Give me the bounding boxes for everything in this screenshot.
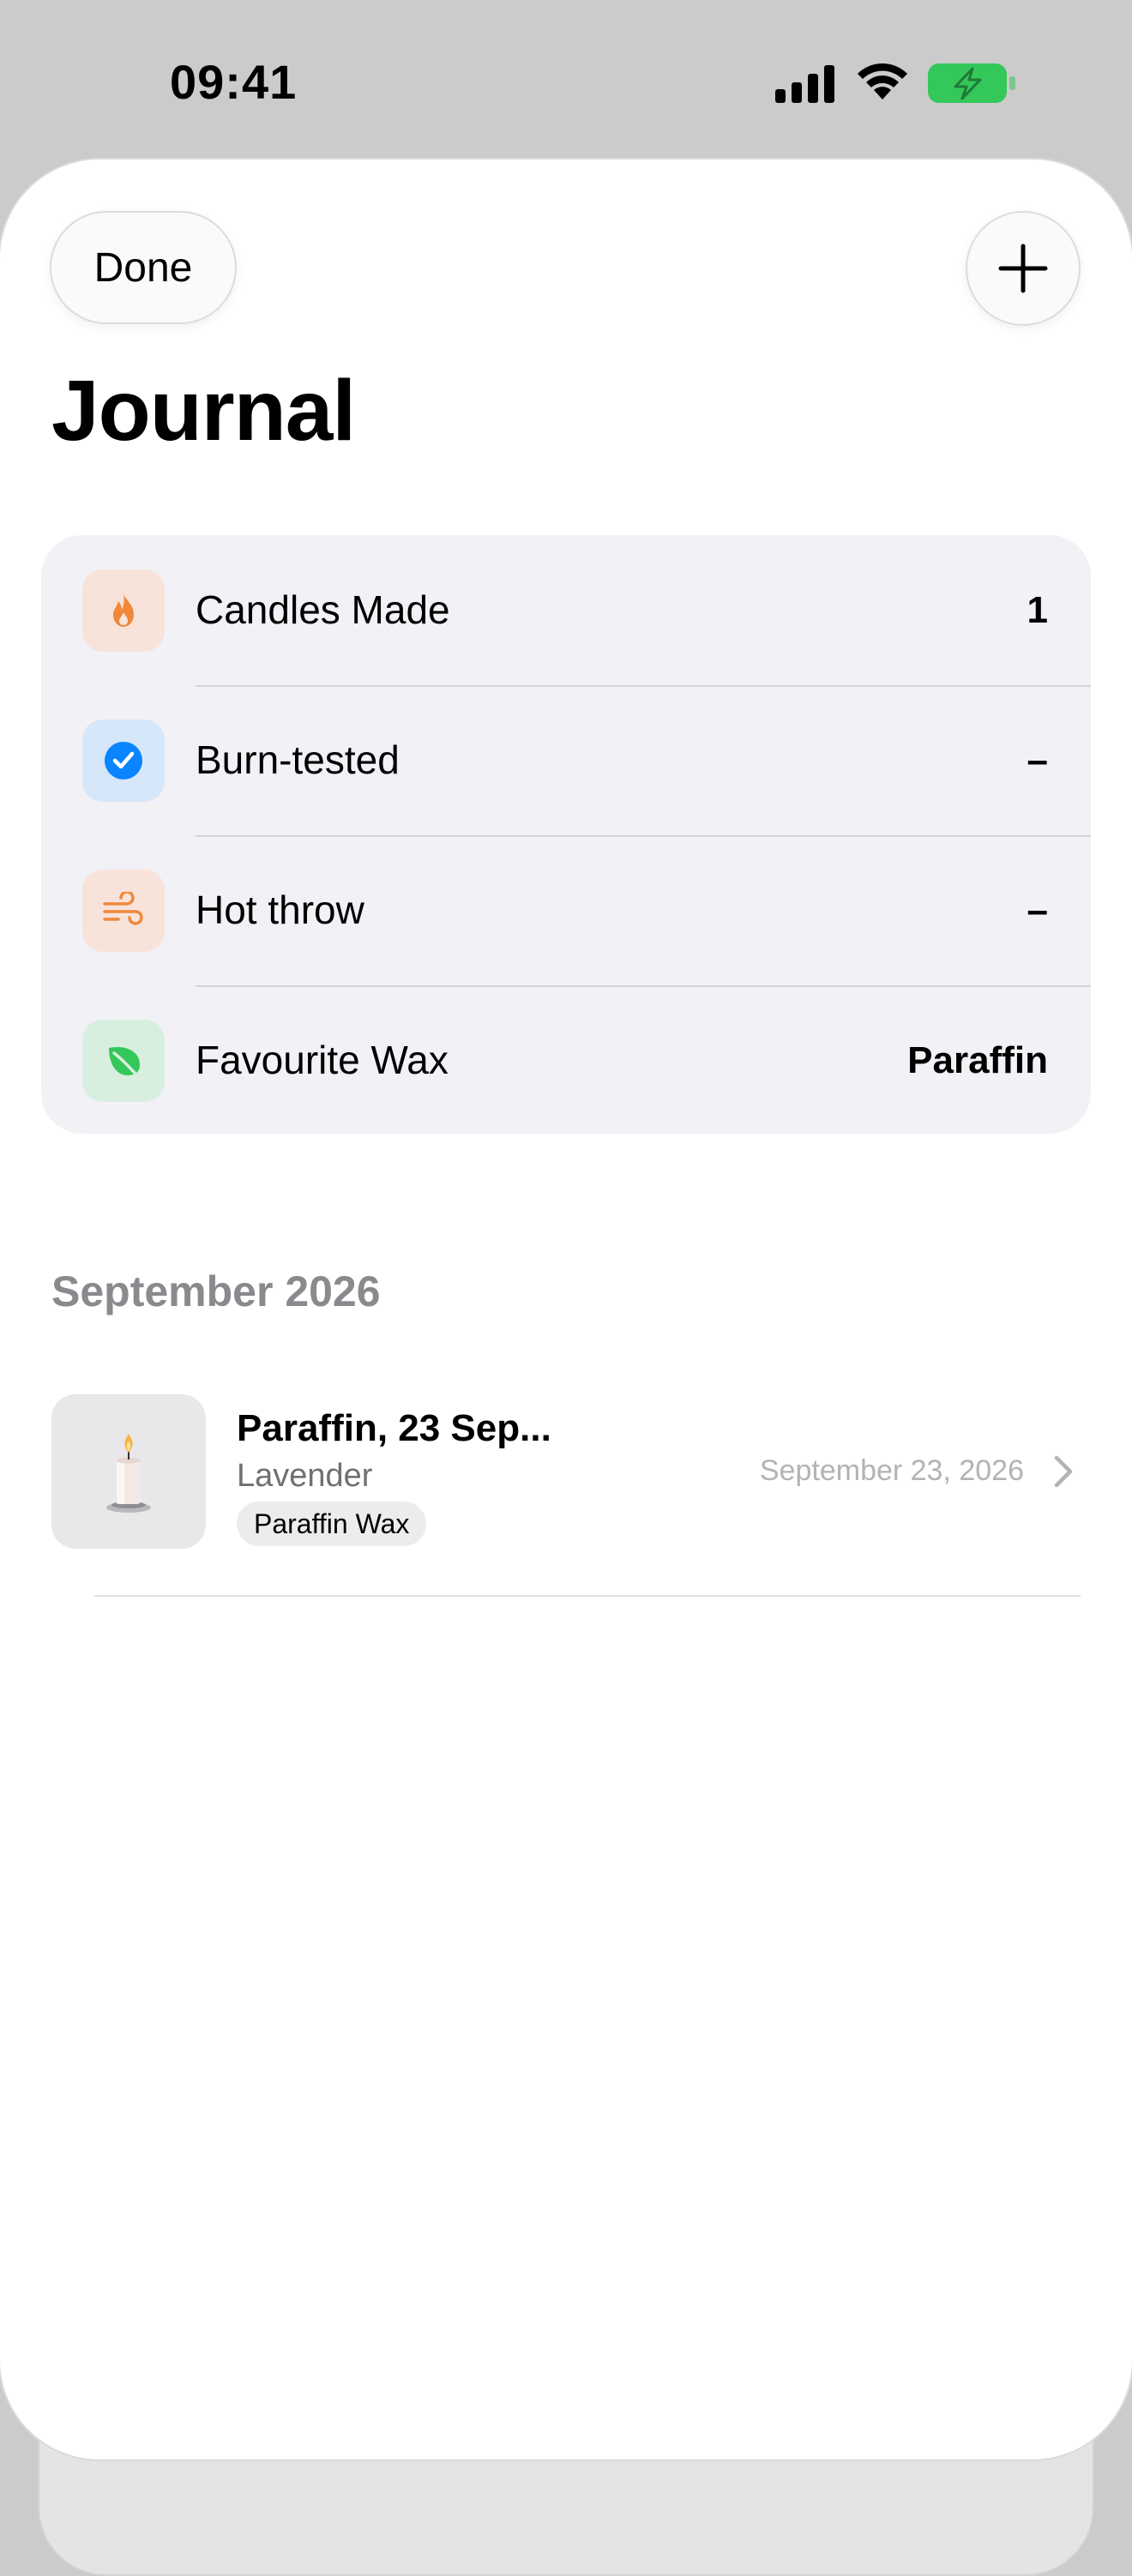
journal-sheet: Done Journal Candles Made 1 Burn-tested …: [0, 159, 1132, 2459]
stat-row-favourite-wax: Favourite Wax Paraffin: [41, 985, 1091, 1134]
stat-icon-tile: [82, 569, 165, 652]
candle-icon: [106, 1434, 151, 1513]
stat-label: Candles Made: [196, 587, 450, 632]
entry-date: September 23, 2026: [759, 1454, 1024, 1487]
stat-row-candles-made: Candles Made 1: [41, 535, 1091, 685]
stat-label: Favourite Wax: [196, 1038, 449, 1082]
battery-charging-icon: [928, 63, 1015, 103]
stat-icon-tile: [82, 719, 165, 802]
stats-card: Candles Made 1 Burn-tested – Hot throw –…: [41, 535, 1091, 1134]
stat-row-hot-throw: Hot throw –: [41, 835, 1091, 985]
stat-label: Burn-tested: [196, 737, 400, 782]
stat-value: 1: [1027, 589, 1048, 631]
cellular-signal-icon: [775, 65, 834, 103]
section-header: September 2026: [51, 1267, 381, 1315]
wifi-icon: [858, 63, 907, 99]
flame-icon: [113, 593, 134, 627]
add-button[interactable]: [966, 211, 1081, 326]
stat-label: Hot throw: [196, 888, 364, 932]
checkmark-circle-icon: [105, 742, 142, 779]
entry-title: Paraffin, 23 Sep...: [237, 1407, 551, 1449]
stat-value: Paraffin: [907, 1039, 1048, 1081]
wind-icon: [103, 892, 143, 925]
done-button[interactable]: Done: [50, 211, 237, 324]
plus-icon: [998, 244, 1048, 293]
page-title: Journal: [51, 363, 356, 459]
entry-thumbnail: [51, 1394, 206, 1549]
stat-value: –: [1027, 739, 1048, 781]
stat-value: –: [1027, 889, 1048, 931]
stat-row-burn-tested: Burn-tested –: [41, 685, 1091, 835]
journal-entry-row[interactable]: Paraffin, 23 Sep... Lavender Paraffin Wa…: [0, 1394, 1132, 1626]
leaf-icon: [109, 1046, 142, 1080]
status-icons: [775, 60, 1015, 106]
status-time: 09:41: [170, 55, 298, 109]
divider: [94, 1595, 1081, 1597]
chevron-right-icon: [1054, 1455, 1073, 1488]
stat-icon-tile: [82, 870, 165, 952]
entry-subtitle: Lavender: [237, 1458, 373, 1494]
entry-tag: Paraffin Wax: [237, 1502, 427, 1546]
stat-icon-tile: [82, 1020, 165, 1102]
